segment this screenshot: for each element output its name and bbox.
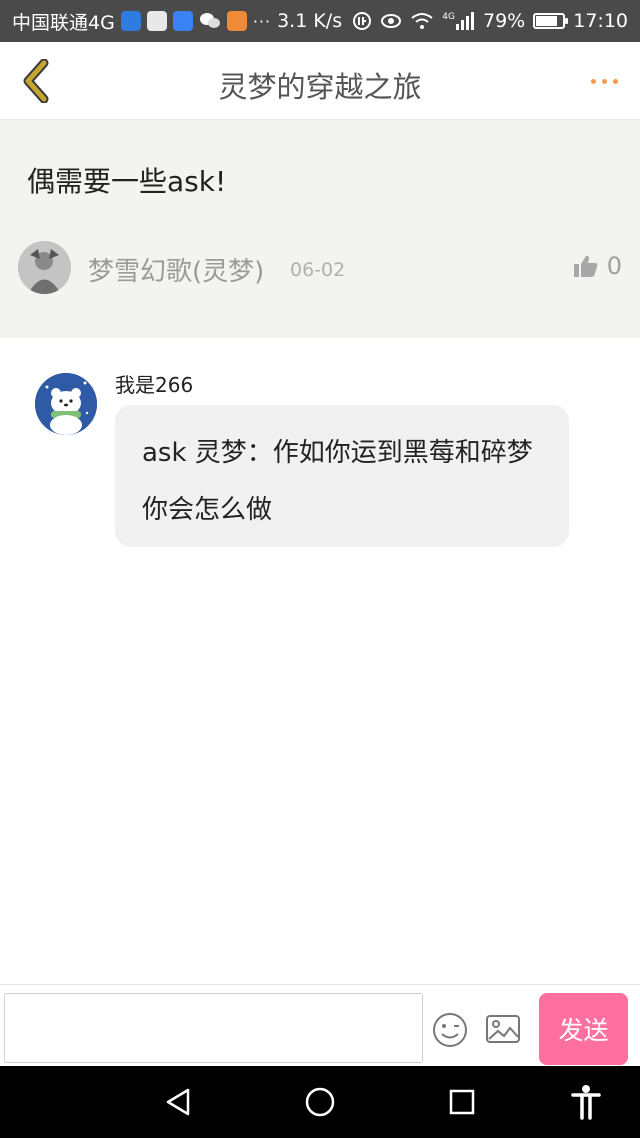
nav-recents-button[interactable] <box>444 1084 480 1120</box>
nav-accessibility-button[interactable] <box>568 1084 604 1120</box>
status-bar: 中国联通4G ··· 3.1 K/s 4G 79% 17:10 <box>0 0 640 42</box>
thumbs-up-icon <box>573 255 598 277</box>
shield-app-icon <box>120 11 141 31</box>
status-left: 中国联通4G ··· 3.1 K/s <box>12 8 342 35</box>
more-options-button[interactable] <box>584 66 624 96</box>
reply-input[interactable] <box>4 993 423 1063</box>
bear-avatar-image <box>35 373 97 435</box>
cell-signal-icon: 4G <box>442 12 475 30</box>
emoji-button[interactable] <box>431 1011 469 1049</box>
more-dot <box>612 78 618 84</box>
accessibility-icon <box>571 1085 601 1120</box>
post-text: 偶需要一些ask! <box>27 165 227 198</box>
system-nav-bar <box>0 1066 640 1138</box>
clock: 17:10 <box>573 10 628 32</box>
signal-label: 4G <box>442 12 455 22</box>
video-app-icon <box>226 11 247 31</box>
post-header: 偶需要一些ask! 梦雪幻歌(灵梦) 06-02 0 <box>0 120 640 338</box>
image-button[interactable] <box>485 1013 521 1045</box>
battery-icon <box>533 13 569 29</box>
photo-app-icon <box>146 11 167 31</box>
data-saver-icon <box>352 11 372 31</box>
status-right: 4G 79% 17:10 <box>352 10 628 32</box>
post-author-name[interactable]: 梦雪幻歌(灵梦) <box>88 251 264 288</box>
baidu-paw-icon <box>172 11 193 31</box>
carrier-label: 中国联通4G <box>12 11 115 34</box>
battery-level <box>536 16 557 26</box>
home-circle-icon <box>305 1087 335 1117</box>
image-icon <box>486 1015 520 1043</box>
like-button[interactable]: 0 <box>573 252 622 280</box>
network-speed: 3.1 K/s <box>277 10 343 32</box>
battery-percent: 79% <box>483 10 526 32</box>
smiley-icon <box>433 1013 467 1047</box>
more-notifications-indicator: ··· <box>252 11 272 31</box>
nav-home-button[interactable] <box>302 1084 338 1120</box>
reply-input-bar: 发送 <box>0 984 640 1066</box>
comment-text: ask 灵梦：作如你运到黑莓和碎梦你会怎么做 <box>142 438 533 525</box>
post-date: 06-02 <box>290 259 346 281</box>
nav-back-button[interactable] <box>160 1084 196 1120</box>
comment-author-avatar[interactable] <box>35 373 97 435</box>
eye-comfort-icon <box>380 12 402 30</box>
page-title: 灵梦的穿越之旅 <box>218 70 422 104</box>
screen: 中国联通4G ··· 3.1 K/s 4G 79% 17:10 灵梦的穿越之旅 … <box>0 0 640 1138</box>
post-author-avatar[interactable] <box>18 241 71 294</box>
wechat-icon <box>199 12 221 30</box>
wifi-icon <box>410 12 434 30</box>
comment-author-name[interactable]: 我是266 <box>115 369 193 398</box>
more-dot <box>601 78 607 84</box>
send-button[interactable]: 发送 <box>539 993 628 1065</box>
back-triangle-icon <box>166 1088 190 1116</box>
more-dots-icon <box>590 78 596 84</box>
like-count: 0 <box>606 252 622 280</box>
title-bar: 灵梦的穿越之旅 <box>0 42 640 120</box>
avatar-image <box>18 241 71 294</box>
comment-bubble: ask 灵梦：作如你运到黑莓和碎梦你会怎么做 <box>115 405 569 547</box>
recents-square-icon <box>449 1089 475 1115</box>
